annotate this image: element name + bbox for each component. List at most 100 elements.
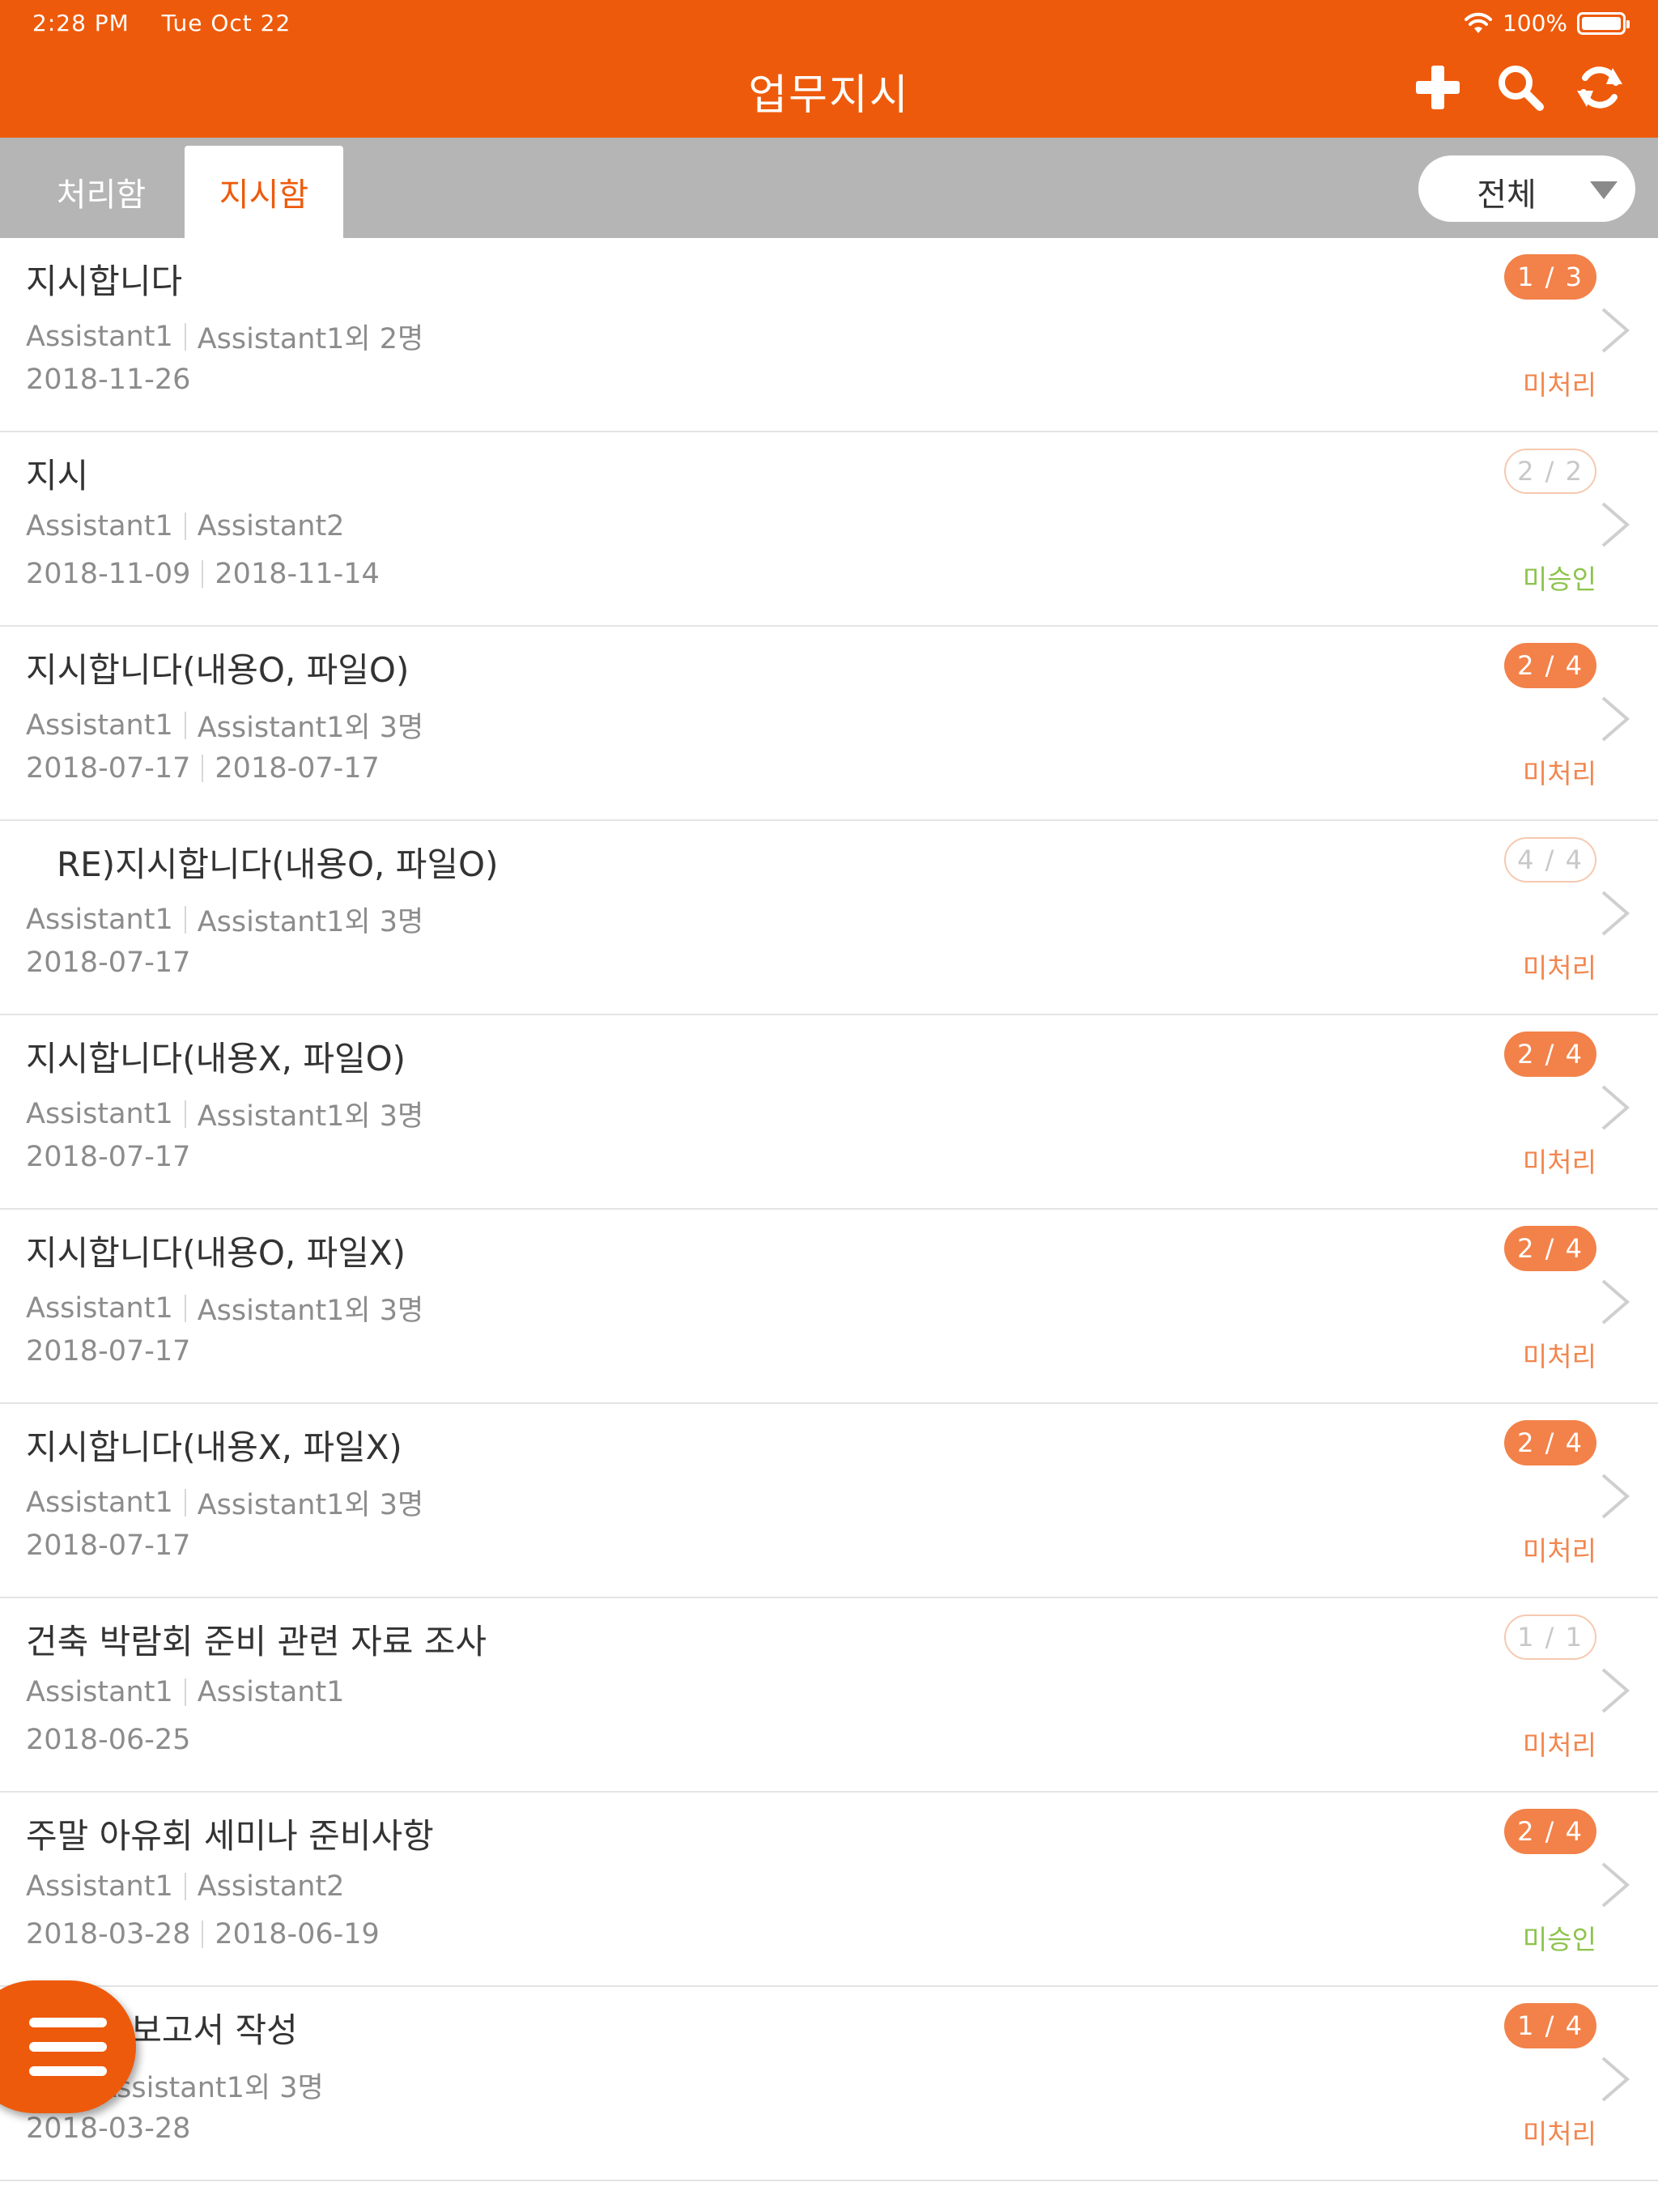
item-date: 2018-07-17 (26, 752, 191, 785)
item-recipients: Assistant2 (197, 510, 345, 542)
hamburger-icon (29, 2018, 107, 2076)
item-people: Assistant1 Assistant2 (26, 510, 344, 542)
status-label: 미처리 (1522, 1146, 1596, 1178)
refresh-button[interactable] (1574, 62, 1626, 113)
list-item[interactable]: 지시합니다(내용X, 파일O) Assistant1 Assistant1외 3… (0, 1015, 1658, 1210)
item-title: 지시합니다(내용O, 파일X) (26, 1233, 406, 1273)
progress-badge: 2 / 4 (1504, 1226, 1596, 1271)
item-date: 2018-11-09 (26, 558, 191, 590)
item-due-date: 2018-11-14 (215, 558, 380, 590)
item-dates: 2018-03-28 (26, 2112, 190, 2145)
item-people: Assistant1 Assistant1외 3명 (26, 899, 423, 940)
item-date: 2018-03-28 (26, 1918, 191, 1950)
search-button[interactable] (1494, 62, 1546, 113)
tab-processing[interactable]: 처리함 (24, 146, 178, 238)
item-due-date: 2018-07-17 (215, 752, 380, 785)
status-bar: 2:28 PM Tue Oct 22 100% (0, 0, 1658, 47)
divider (184, 1294, 186, 1322)
list-item[interactable]: 건축 박람회 준비 관련 자료 조사 Assistant1 Assistant1… (0, 1598, 1658, 1793)
item-date: 2018-07-17 (26, 1335, 191, 1368)
divider (184, 322, 186, 351)
item-sender: Assistant1 (26, 1676, 173, 1708)
item-recipients: Assistant1외 3명 (197, 906, 424, 938)
item-people: Assistant1 Assistant1외 2명 (26, 316, 423, 357)
item-date: 2018-07-17 (26, 946, 191, 979)
item-title: 지시합니다(내용O, 파일O) (26, 650, 410, 690)
item-date: 2018-07-17 (26, 1141, 191, 1173)
battery-icon (1577, 11, 1630, 35)
item-sender: Assistant1 (26, 320, 173, 353)
caret-down-icon (1590, 181, 1618, 199)
item-people: Assistant1 Assistant1 (26, 1676, 344, 1708)
status-label: 미처리 (1522, 1729, 1596, 1761)
item-dates: 2018-07-17 2018-07-17 (26, 752, 380, 785)
date: Tue Oct 22 (161, 10, 291, 36)
list-item[interactable]: 지시합니다(내용O, 파일O) Assistant1 Assistant1외 3… (0, 627, 1658, 821)
chevron-right-icon (1601, 502, 1630, 547)
progress-badge: 2 / 4 (1504, 643, 1596, 688)
divider (184, 905, 186, 934)
list-item[interactable]: RE)지시합니다(내용O, 파일O) Assistant1 Assistant1… (0, 821, 1658, 1015)
progress-badge: 1 / 1 (1504, 1614, 1596, 1660)
wifi-icon (1464, 12, 1492, 33)
status-label: 미승인 (1522, 564, 1596, 595)
divider (202, 1921, 204, 1948)
filter-dropdown[interactable]: 전체 (1418, 155, 1635, 222)
status-label: 미처리 (1522, 1535, 1596, 1567)
item-sender: Assistant1 (26, 510, 173, 542)
item-due-date: 2018-06-19 (215, 1918, 380, 1950)
item-sender: Assistant1 (26, 708, 173, 742)
list-item[interactable]: 주말 아유회 세미나 준비사항 Assistant1 Assistant2 20… (0, 1793, 1658, 1987)
tab-directed[interactable]: 지시함 (185, 146, 343, 238)
divider (202, 755, 204, 782)
item-people: Assistant1 Assistant1외 3명 (26, 1287, 423, 1329)
refresh-icon (1577, 66, 1622, 108)
item-dates: 2018-06-25 (26, 1724, 190, 1756)
list-item[interactable]: 지시 Assistant1 Assistant2 2018-11-09 2018… (0, 432, 1658, 627)
status-label: 미처리 (1522, 758, 1596, 789)
item-people: Assistant1 Assistant1외 3명 (26, 704, 423, 746)
chevron-right-icon (1601, 2057, 1630, 2102)
search-icon (1499, 66, 1544, 111)
item-dates: 2018-07-17 (26, 1141, 190, 1173)
progress-badge: 1 / 3 (1504, 254, 1596, 300)
divider (202, 560, 204, 588)
chevron-right-icon (1601, 1862, 1630, 1908)
tab-bar: 처리함 지시함 전체 (0, 138, 1658, 238)
list-item[interactable]: 증 결과보고서 작성 nt1 Assistant1외 3명 2018-03-28… (0, 1987, 1658, 2181)
item-date: 2018-06-25 (26, 1724, 191, 1756)
add-button[interactable] (1412, 62, 1464, 113)
status-label: 미처리 (1522, 1341, 1596, 1372)
divider (184, 1100, 186, 1128)
item-recipients: Assistant2 (197, 1870, 345, 1903)
item-recipients: Assistant1외 3명 (197, 1295, 424, 1327)
battery-percent: 100% (1502, 10, 1567, 36)
menu-button[interactable] (0, 1980, 136, 2113)
item-recipients: Assistant1외 2명 (197, 323, 424, 355)
chevron-right-icon (1601, 308, 1630, 353)
divider (184, 1488, 186, 1516)
item-title: 지시 (26, 456, 89, 496)
item-sender: Assistant1 (26, 1486, 173, 1519)
chevron-right-icon (1601, 1474, 1630, 1519)
item-dates: 2018-11-26 (26, 364, 190, 396)
chevron-right-icon (1601, 1279, 1630, 1325)
list-item[interactable]: 지시합니다(내용X, 파일X) Assistant1 Assistant1외 3… (0, 1404, 1658, 1598)
divider (184, 513, 186, 540)
list-item[interactable]: 지시합니다(내용O, 파일X) Assistant1 Assistant1외 3… (0, 1210, 1658, 1404)
item-title: RE)지시합니다(내용O, 파일O) (57, 844, 499, 884)
app-header: 2:28 PM Tue Oct 22 100% 업무지시 (0, 0, 1658, 138)
item-recipients: Assistant1외 3명 (197, 1489, 424, 1521)
item-people: Assistant1 Assistant1외 3명 (26, 1482, 423, 1523)
item-dates: 2018-11-09 2018-11-14 (26, 558, 380, 590)
item-recipients: Assistant1외 3명 (197, 1100, 424, 1133)
list-item[interactable]: 지시합니다 Assistant1 Assistant1외 2명 2018-11-… (0, 238, 1658, 432)
item-sender: Assistant1 (26, 903, 173, 936)
item-date: 2018-07-17 (26, 1529, 191, 1562)
filter-value: 전체 (1477, 177, 1537, 214)
item-dates: 2018-03-28 2018-06-19 (26, 1918, 380, 1950)
item-sender: Assistant1 (26, 1097, 173, 1130)
item-date: 2018-11-26 (26, 364, 191, 396)
status-label: 미승인 (1522, 1924, 1596, 1955)
progress-badge: 2 / 4 (1504, 1420, 1596, 1465)
